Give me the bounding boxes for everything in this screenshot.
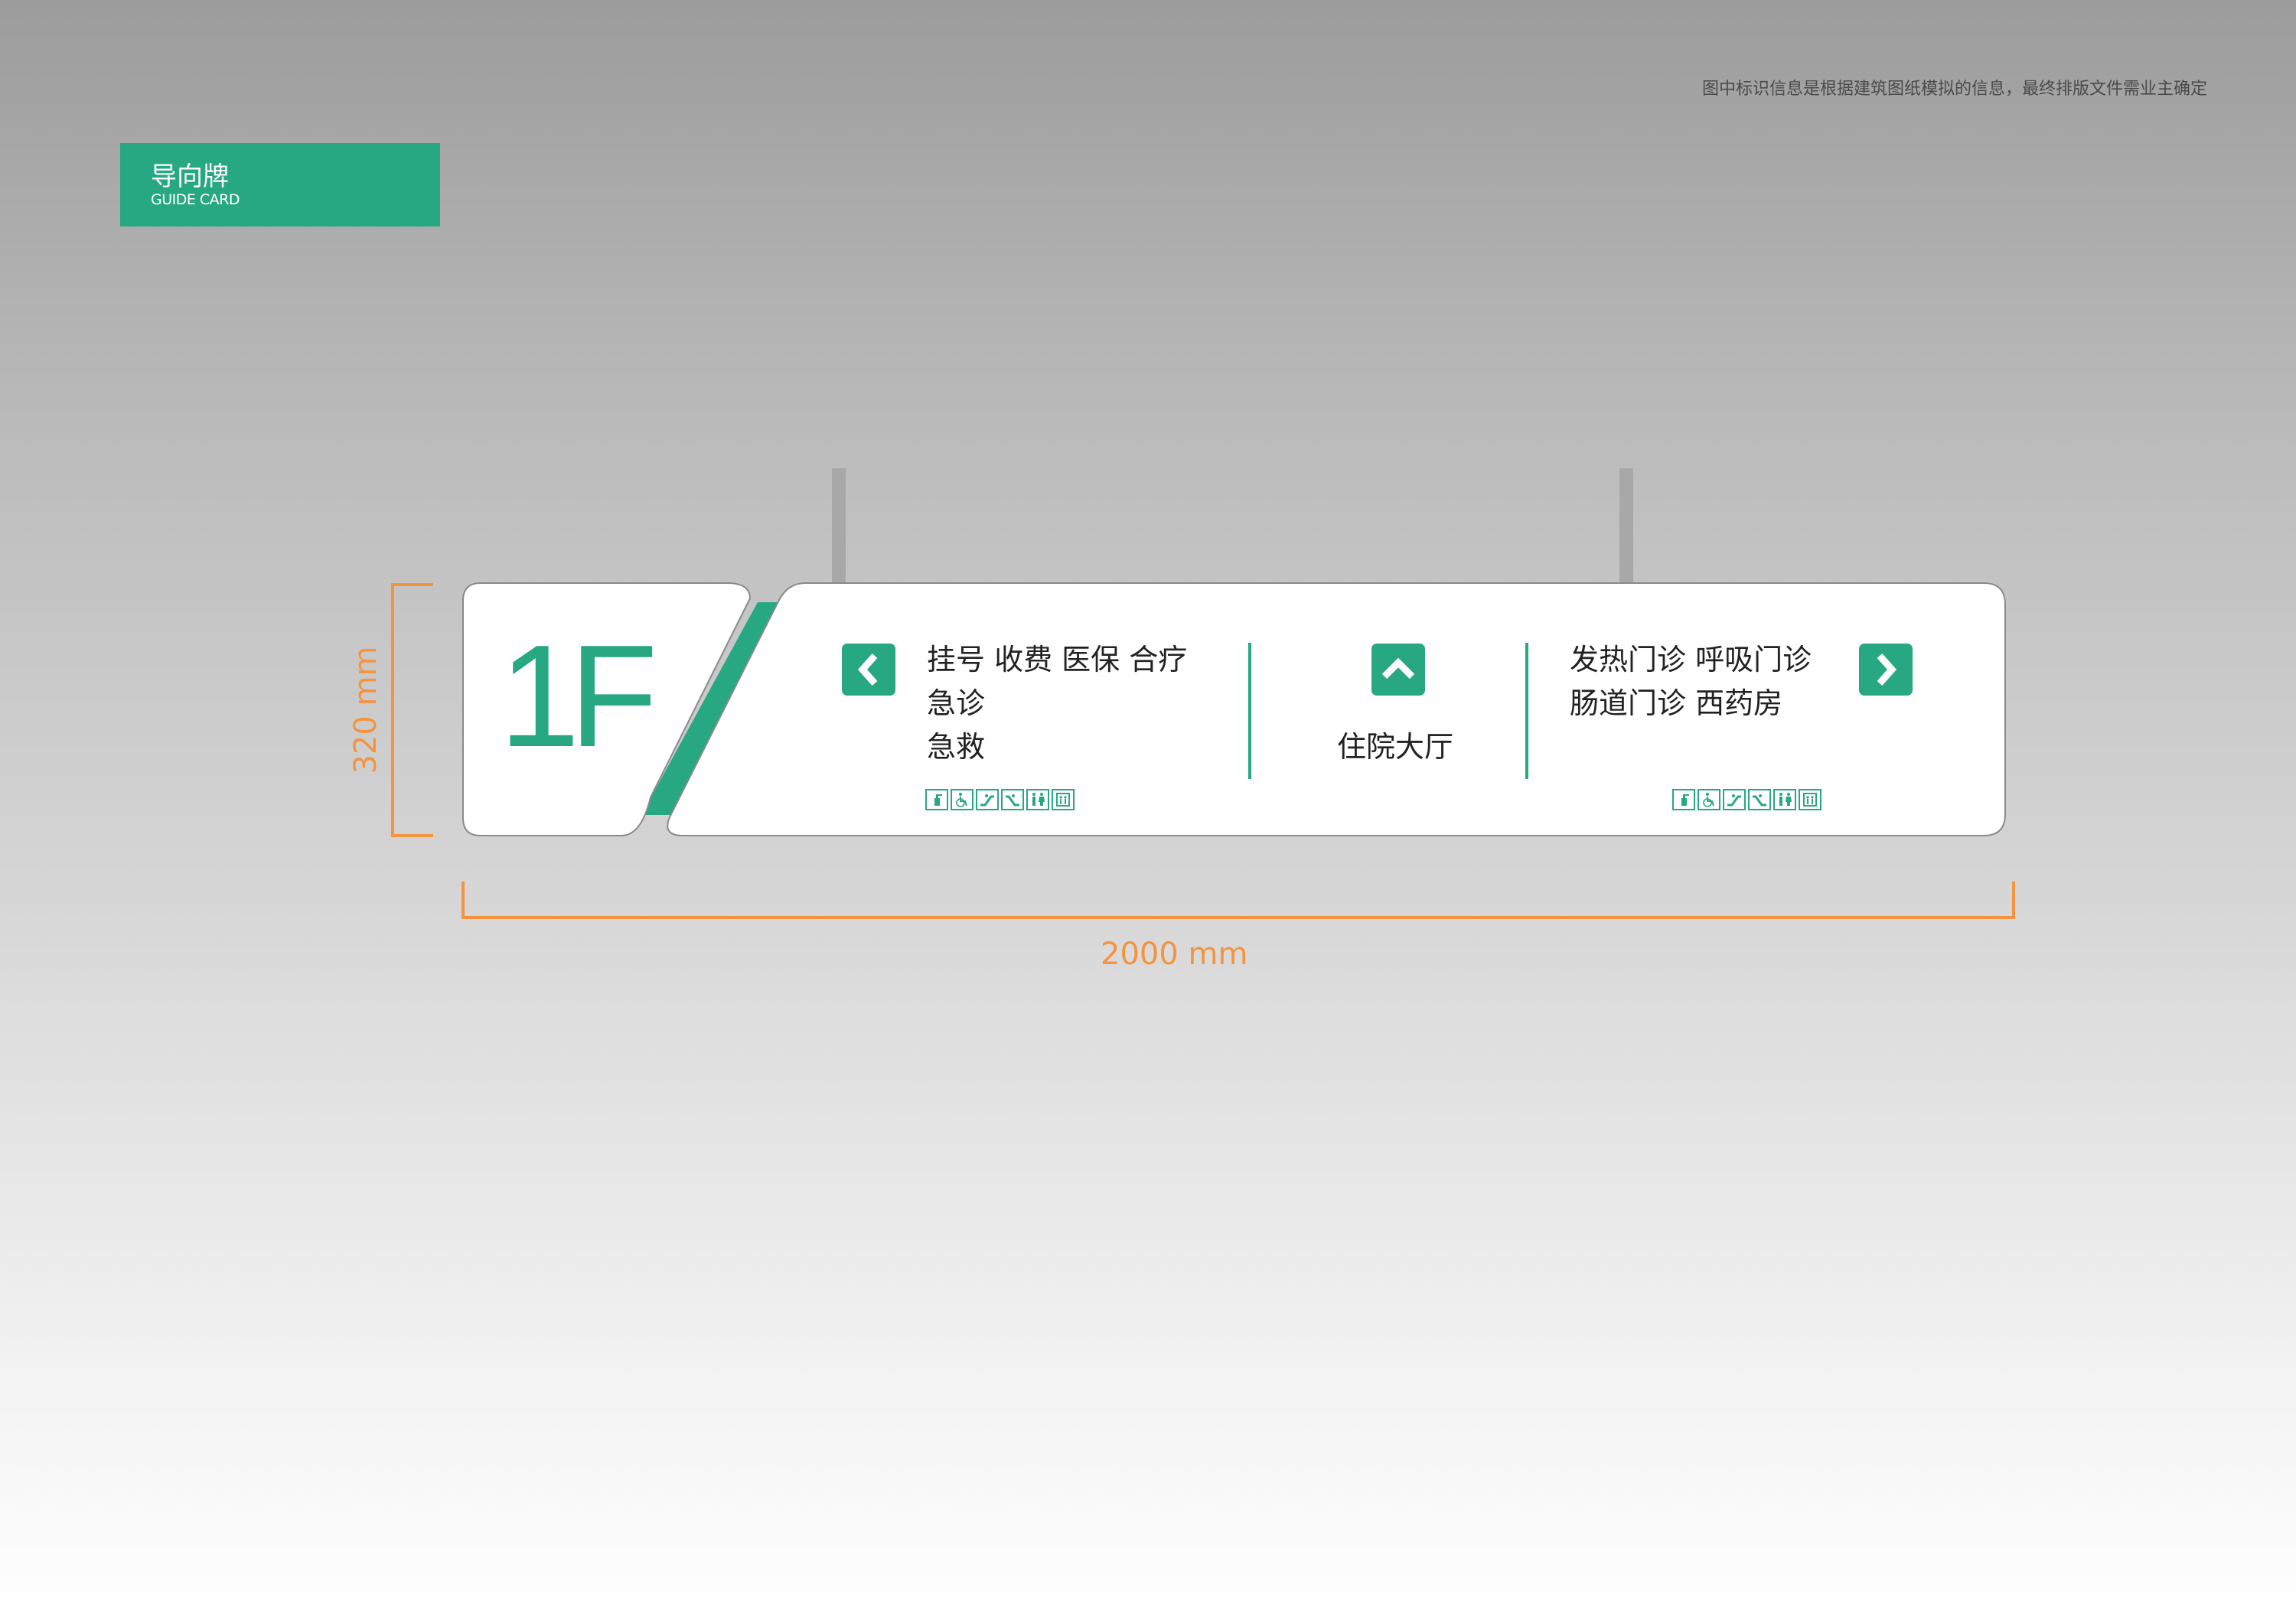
width-dimension-label: 2000 mm [1101, 937, 1248, 972]
floor-number: 1F [499, 615, 658, 777]
width-dimension-bracket [461, 882, 2015, 919]
right-line-1: 发热门诊 呼吸门诊 [1570, 643, 1812, 676]
escalator-down-icon [1748, 789, 1771, 810]
sign-panels [462, 582, 2006, 836]
escalator-down-icon [1001, 789, 1024, 810]
restroom-icon [1773, 789, 1796, 810]
center-destination: 住院大厅 [1337, 730, 1454, 764]
restroom-icon [1026, 789, 1049, 810]
arrow-right-icon [1859, 644, 1913, 696]
right-destinations: 发热门诊 呼吸门诊 肠道门诊 西药房 [1570, 638, 1812, 725]
wheelchair-icon [951, 789, 974, 810]
facility-icons-left [925, 789, 1075, 810]
height-dimension-label: 320 mm [348, 646, 383, 774]
wheelchair-icon [1698, 789, 1720, 810]
left-line-1: 挂号 收费 医保 合疗 [927, 643, 1188, 676]
right-line-2: 肠道门诊 西药房 [1570, 686, 1783, 720]
arrow-up-icon [1371, 644, 1425, 696]
divider-right [1525, 643, 1528, 779]
escalator-up-icon [1723, 789, 1746, 810]
elevator-icon [1799, 789, 1821, 810]
divider-left [1248, 643, 1251, 779]
height-dimension-bracket [391, 583, 433, 837]
facility-icons-right [1672, 789, 1821, 810]
left-destinations: 挂号 收费 医保 合疗 急诊 急救 [927, 638, 1187, 769]
left-line-3: 急救 [927, 730, 986, 764]
left-line-2: 急诊 [927, 686, 986, 720]
hand-sanitizer-icon [1672, 789, 1695, 810]
hand-sanitizer-icon [925, 789, 948, 810]
elevator-icon [1052, 789, 1075, 810]
escalator-up-icon [976, 789, 999, 810]
arrow-left-icon [842, 644, 895, 696]
